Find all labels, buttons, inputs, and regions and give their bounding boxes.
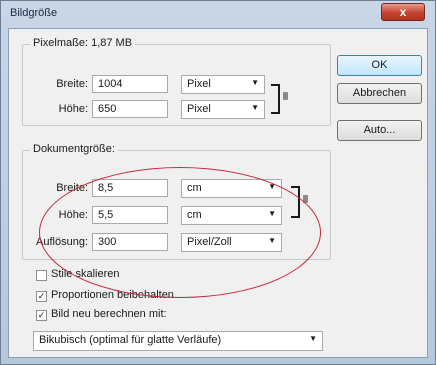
pixel-dimensions-legend-label: Pixelmaße:	[33, 37, 89, 49]
resolution-label: Auflösung:	[36, 236, 88, 248]
dropdown-arrow-icon: ▼	[268, 209, 276, 218]
resample-method-value: Bikubisch (optimal für glatte Verläufe)	[39, 334, 222, 346]
document-height-unit-select[interactable]: cm ▼	[181, 206, 282, 225]
pixel-height-label: Höhe:	[58, 103, 88, 115]
dropdown-arrow-icon: ▼	[251, 78, 259, 87]
resolution-input[interactable]: 300	[92, 233, 168, 251]
document-height-label: Höhe:	[58, 209, 88, 221]
pixel-dimensions-legend: Pixelmaße: 1,87 MB	[30, 37, 136, 49]
cancel-button[interactable]: Abbrechen	[337, 83, 422, 104]
dropdown-arrow-icon: ▼	[309, 334, 317, 343]
resample-label: Bild neu berechnen mit:	[51, 308, 167, 320]
close-button[interactable]: x	[381, 3, 425, 21]
close-icon: x	[399, 5, 407, 19]
document-constrain-bracket	[291, 186, 300, 218]
chain-link-icon	[283, 92, 288, 100]
pixel-height-input[interactable]: 650	[92, 100, 168, 118]
dropdown-arrow-icon: ▼	[251, 103, 259, 112]
resolution-unit-select[interactable]: Pixel/Zoll ▼	[181, 233, 282, 252]
checkmark-icon: ✓	[37, 291, 46, 301]
scale-styles-checkbox[interactable]	[36, 270, 47, 281]
pixel-dimensions-size: 1,87 MB	[91, 37, 133, 49]
dialog-title: Bildgröße	[10, 7, 58, 19]
dialog-window: Bildgröße x Pixelmaße: 1,87 MB Breite: 1…	[0, 0, 436, 365]
pixel-height-unit-select[interactable]: Pixel ▼	[181, 100, 265, 119]
title-bar: Bildgröße x	[1, 1, 435, 27]
pixel-width-unit-select[interactable]: Pixel ▼	[181, 75, 265, 94]
resolution-unit-value: Pixel/Zoll	[187, 236, 232, 248]
pixel-height-unit-value: Pixel	[187, 103, 211, 115]
document-width-unit-value: cm	[187, 182, 202, 194]
pixel-width-unit-value: Pixel	[187, 78, 211, 90]
constrain-proportions-label: Proportionen beibehalten	[51, 289, 174, 301]
pixel-width-label: Breite:	[56, 78, 88, 90]
resample-checkbox[interactable]: ✓	[36, 310, 47, 321]
dialog-body: Pixelmaße: 1,87 MB Breite: 1004 Pixel ▼ H…	[8, 28, 428, 358]
dropdown-arrow-icon: ▼	[268, 236, 276, 245]
checkmark-icon: ✓	[37, 310, 46, 320]
document-size-legend: Dokumentgröße:	[30, 143, 118, 155]
pixel-width-input[interactable]: 1004	[92, 75, 168, 93]
chain-link-icon	[303, 195, 308, 203]
auto-button[interactable]: Auto...	[337, 120, 422, 141]
scale-styles-label: Stile skalieren	[51, 268, 120, 280]
pixel-constrain-bracket	[271, 84, 280, 114]
document-width-unit-select[interactable]: cm ▼	[181, 179, 282, 198]
document-width-input[interactable]: 8,5	[92, 179, 168, 197]
document-width-label: Breite:	[56, 182, 88, 194]
ok-button[interactable]: OK	[337, 55, 422, 76]
document-height-input[interactable]: 5,5	[92, 206, 168, 224]
resample-method-select[interactable]: Bikubisch (optimal für glatte Verläufe) ▼	[33, 331, 323, 351]
constrain-proportions-checkbox[interactable]: ✓	[36, 291, 47, 302]
dropdown-arrow-icon: ▼	[268, 182, 276, 191]
document-height-unit-value: cm	[187, 209, 202, 221]
